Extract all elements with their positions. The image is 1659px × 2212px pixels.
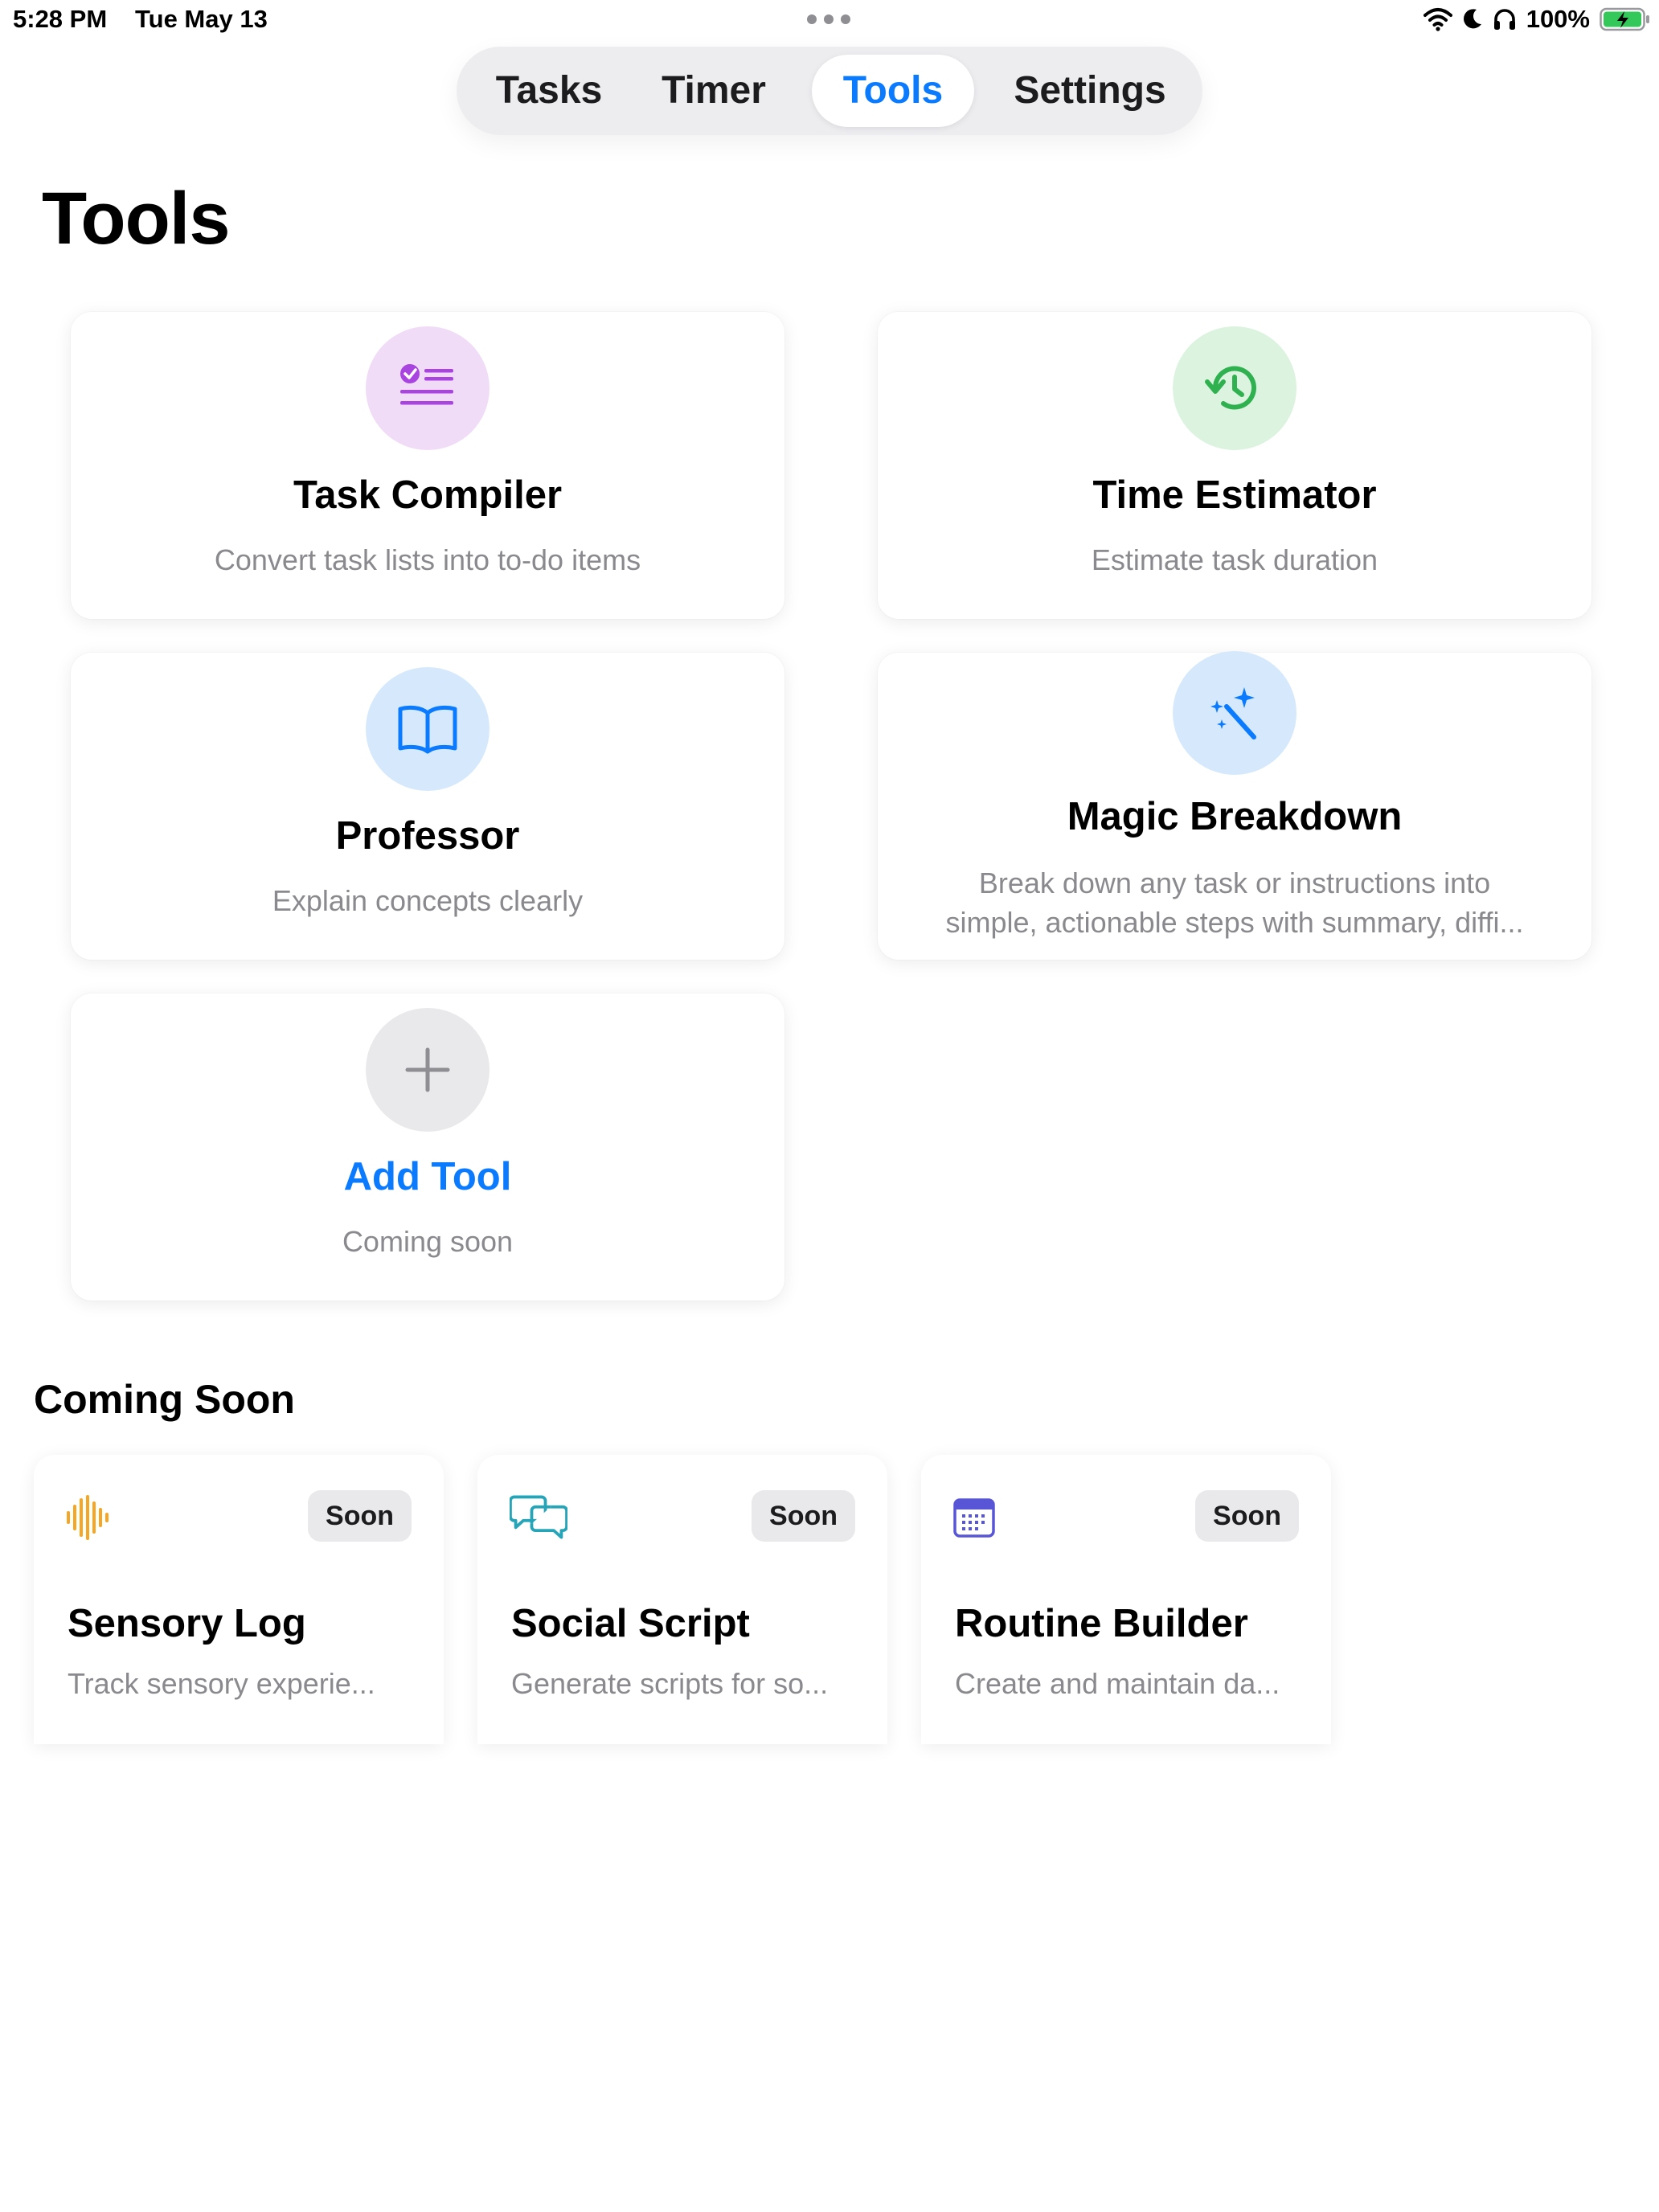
status-date: Tue May 13 bbox=[135, 5, 268, 33]
clock-arrow-icon bbox=[1173, 326, 1296, 450]
coming-soon-card-social-script[interactable]: Soon Social Script Generate scripts for … bbox=[477, 1455, 887, 1744]
headphones-icon bbox=[1493, 9, 1515, 30]
coming-soon-title: Routine Builder bbox=[955, 1602, 1248, 1645]
moon-icon bbox=[1463, 9, 1481, 29]
page-title: Tools bbox=[42, 178, 230, 260]
chat-bubbles-icon bbox=[510, 1489, 567, 1546]
soon-badge: Soon bbox=[752, 1490, 855, 1542]
tool-card-time-estimator[interactable]: Time Estimator Estimate task duration bbox=[878, 312, 1591, 619]
tool-description: Explain concepts clearly bbox=[272, 884, 584, 917]
tool-card-add-tool[interactable]: Add Tool Coming soon bbox=[71, 993, 784, 1301]
tool-description-line-2: simple, actionable steps with summary, d… bbox=[945, 906, 1524, 939]
coming-soon-description: Create and maintain da... bbox=[955, 1667, 1280, 1700]
battery-charging-icon bbox=[1600, 7, 1649, 31]
checklist-icon bbox=[366, 326, 490, 450]
tool-title: Magic Breakdown bbox=[1067, 795, 1403, 838]
status-bar: 5:28 PM Tue May 13 100% bbox=[0, 0, 1659, 42]
tool-description-line-1: Break down any task or instructions into bbox=[978, 866, 1491, 899]
waveform-icon bbox=[66, 1489, 124, 1546]
tool-card-magic-breakdown[interactable]: Magic Breakdown Break down any task or i… bbox=[878, 651, 1591, 960]
status-indicators: 100% bbox=[1423, 5, 1651, 34]
tool-card-task-compiler[interactable]: Task Compiler Convert task lists into to… bbox=[71, 312, 784, 619]
book-icon bbox=[366, 667, 490, 791]
coming-soon-card-sensory-log[interactable]: Soon Sensory Log Track sensory experie..… bbox=[34, 1455, 444, 1744]
wifi-icon bbox=[1423, 8, 1452, 31]
section-title-coming-soon: Coming Soon bbox=[34, 1377, 295, 1422]
coming-soon-card-routine-builder[interactable]: Soon Routine Builder Create and maintain… bbox=[921, 1455, 1331, 1744]
tab-tools[interactable]: Tools bbox=[812, 55, 974, 127]
add-tool-title[interactable]: Add Tool bbox=[71, 1154, 784, 1199]
tab-tasks[interactable]: Tasks bbox=[481, 55, 617, 127]
tool-description: Convert task lists into to-do items bbox=[214, 543, 641, 576]
plus-icon bbox=[366, 1008, 490, 1132]
tool-description: Coming soon bbox=[342, 1225, 514, 1258]
soon-badge: Soon bbox=[308, 1490, 412, 1542]
tool-title: Task Compiler bbox=[293, 473, 563, 517]
status-time: 5:28 PM bbox=[13, 5, 108, 33]
battery-percentage: 100% bbox=[1526, 5, 1590, 33]
soon-badge: Soon bbox=[1195, 1490, 1299, 1542]
magic-wand-icon bbox=[1173, 651, 1296, 775]
coming-soon-title: Social Script bbox=[511, 1602, 750, 1645]
coming-soon-title: Sensory Log bbox=[68, 1602, 306, 1645]
multitasking-dots-icon[interactable] bbox=[807, 14, 850, 24]
tool-card-professor[interactable]: Professor Explain concepts clearly bbox=[71, 653, 784, 960]
tool-description: Estimate task duration bbox=[1091, 543, 1378, 576]
tab-settings[interactable]: Settings bbox=[995, 55, 1185, 127]
tool-title: Time Estimator bbox=[1092, 473, 1377, 517]
coming-soon-description: Track sensory experie... bbox=[68, 1667, 375, 1700]
coming-soon-description: Generate scripts for so... bbox=[511, 1667, 829, 1700]
calendar-icon bbox=[953, 1489, 1011, 1546]
tool-title: Professor bbox=[335, 814, 520, 858]
tab-bar: Tasks Timer Tools Settings bbox=[457, 47, 1202, 135]
tab-timer[interactable]: Timer bbox=[641, 55, 786, 127]
